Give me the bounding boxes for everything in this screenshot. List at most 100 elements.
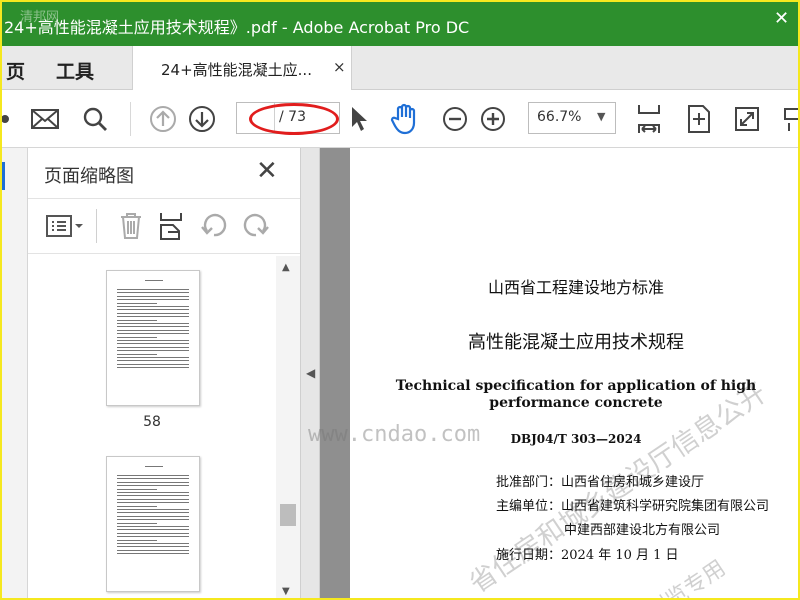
tab-home[interactable]: 页 <box>6 57 25 84</box>
extract-page-icon[interactable] <box>158 211 184 241</box>
document-tab-close-button[interactable]: × <box>333 58 346 76</box>
toolbar-divider <box>130 102 131 136</box>
site-watermark: www.cndao.com <box>308 422 481 447</box>
thumbnail-text-line <box>117 316 189 318</box>
trash-icon[interactable] <box>118 211 144 241</box>
thumbnail-text-line <box>117 357 189 358</box>
thumbnail-text-line <box>117 526 189 527</box>
thumbnail-text-line <box>117 478 189 480</box>
toolbar: / 73 66.7% ▼ <box>2 90 798 148</box>
thumbnail-text-line <box>117 532 189 534</box>
thumbnail-text-line <box>117 333 189 335</box>
thumbnail-text-line <box>117 302 157 304</box>
title-bar: 清邦网 24+高性能混凝土应用技术规程》.pdf - Adobe Acrobat… <box>2 2 798 46</box>
rotate-right-icon[interactable] <box>242 211 270 239</box>
thumbnail-pane: 页面缩略图 ✕ 58 ▲ ▼ <box>28 148 300 598</box>
thumbnail-text-line <box>117 512 189 514</box>
thumbnail-text-line <box>117 505 157 507</box>
window-title: 24+高性能混凝土应用技术规程》.pdf - Adobe Acrobat Pro… <box>4 18 470 37</box>
thumbnail-page-58[interactable] <box>106 270 200 406</box>
thumbnail-text-line <box>117 553 189 555</box>
partial-icon[interactable] <box>2 102 22 136</box>
thumbnail-text-line <box>117 326 189 328</box>
thumbnail-text-line <box>117 363 189 365</box>
thumbnail-text-line <box>117 492 189 493</box>
pane-splitter[interactable]: ◀ <box>300 148 320 598</box>
thumbnail-text-line <box>117 529 189 531</box>
thumbnail-text-line <box>117 495 189 497</box>
thumbnail-text-line <box>117 312 189 314</box>
thumbnail-text-line <box>117 323 189 324</box>
fit-page-icon[interactable] <box>682 102 716 136</box>
rotate-left-icon[interactable] <box>200 211 228 239</box>
prev-page-icon[interactable] <box>146 102 180 136</box>
thumbnail-page-59[interactable] <box>106 456 200 592</box>
hand-tool-icon[interactable] <box>388 102 422 136</box>
thumbnail-text-line <box>117 515 189 517</box>
options-icon[interactable] <box>46 213 86 239</box>
select-cursor-icon[interactable] <box>342 102 376 136</box>
fit-width-icon[interactable] <box>632 102 666 136</box>
search-icon[interactable] <box>78 102 112 136</box>
scrollbar-thumb[interactable] <box>280 504 296 526</box>
thumbnail-text-line <box>117 353 157 355</box>
thumbnail-heading-line <box>145 280 163 281</box>
english-title: Technical specification for application … <box>395 378 757 411</box>
thumbnail-page-number: 58 <box>143 414 161 430</box>
pane-title: 页面缩略图 <box>44 166 134 187</box>
active-panel-indicator <box>2 162 5 190</box>
zoom-in-icon[interactable] <box>476 102 510 136</box>
thumbnail-list: 58 <box>28 256 276 598</box>
thumbnail-text-line <box>117 509 189 510</box>
thumbnail-text-line <box>117 350 189 352</box>
app-window: 清邦网 24+高性能混凝土应用技术规程》.pdf - Adobe Acrobat… <box>0 0 800 600</box>
next-page-icon[interactable] <box>185 102 219 136</box>
collapse-pane-icon[interactable]: ◀ <box>306 366 315 380</box>
thumbnail-text-line <box>117 367 189 369</box>
zoom-value: 66.7% <box>537 109 582 125</box>
standard-title: 山西省工程建设地方标准 <box>487 278 664 297</box>
tab-tools[interactable]: 工具 <box>56 57 94 84</box>
thumbnail-text-line <box>117 519 189 521</box>
annotation-ellipse <box>249 103 339 135</box>
thumbnail-text-line <box>117 319 157 321</box>
zoom-select[interactable]: 66.7% ▼ <box>528 102 616 134</box>
thumbnail-text-line <box>117 295 189 297</box>
editor-line-1: 主编单位：山西省建筑科学研究院集团有限公司 <box>496 499 770 514</box>
thumbnail-text-line <box>117 498 189 500</box>
navigation-strip <box>2 148 28 598</box>
thumbnail-text-line <box>117 289 189 290</box>
document-tab-label: 24+高性能混凝土应... <box>161 61 312 79</box>
thumbnail-text-line <box>117 346 189 348</box>
thumbnail-text-line <box>117 292 189 294</box>
scroll-down-icon[interactable]: ▼ <box>282 586 290 597</box>
thumbnail-text-line <box>117 549 189 551</box>
thumbnail-text-line <box>117 336 157 338</box>
tools-divider <box>96 209 97 243</box>
thumbnail-heading-line <box>145 466 163 467</box>
thumbnail-text-line <box>117 539 157 541</box>
thumbnail-text-line <box>117 360 189 362</box>
document-tab[interactable]: 24+高性能混凝土应... × <box>132 46 352 90</box>
thumbnail-text-line <box>117 299 189 301</box>
pane-close-button[interactable]: ✕ <box>256 156 278 186</box>
thumbnail-tools <box>28 198 300 254</box>
thumbnail-text-line <box>117 343 189 345</box>
fullscreen-icon[interactable] <box>730 102 764 136</box>
mail-icon[interactable] <box>28 102 62 136</box>
thumbnail-text-line <box>117 522 157 524</box>
thumbnail-scrollbar[interactable]: ▲ ▼ <box>276 256 300 598</box>
thumbnail-text-line <box>117 340 189 341</box>
thumbnail-text-line <box>117 309 189 311</box>
standard-name: 高性能混凝土应用技术规程 <box>468 332 684 353</box>
more-icon[interactable] <box>776 102 798 136</box>
thumbnail-text-line <box>117 475 189 476</box>
zoom-out-icon[interactable] <box>438 102 472 136</box>
chevron-down-icon: ▼ <box>597 110 606 123</box>
scroll-up-icon[interactable]: ▲ <box>282 262 290 273</box>
thumbnail-text-line <box>117 543 189 544</box>
thumbnail-text-line <box>117 306 189 307</box>
thumbnail-text-line <box>117 488 157 490</box>
tab-row: 页 工具 <box>2 46 798 90</box>
close-window-button[interactable]: ✕ <box>774 8 789 29</box>
